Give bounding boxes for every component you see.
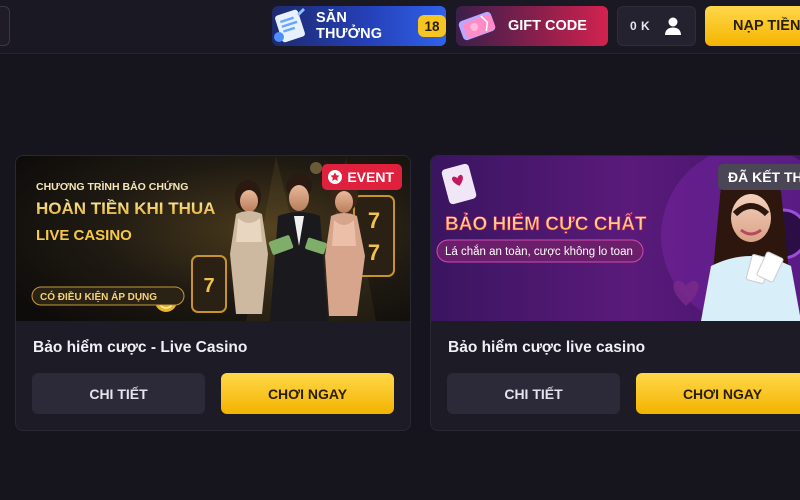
promo-card-bet-insurance: BẢO HIỂM CỰC CHẤT Lá chắn an toàn, cược …	[430, 155, 800, 431]
balance-value: 0 K	[630, 19, 651, 33]
star-icon	[328, 170, 343, 184]
banner-headline: BẢO HIỂM CỰC CHẤT	[445, 213, 647, 235]
banner-line-3: LIVE CASINO	[36, 227, 132, 244]
banner-line-2: HOÀN TIỀN KHI THUA	[36, 199, 215, 218]
svg-text:7: 7	[368, 208, 380, 233]
banner-subline: Lá chắn an toàn, cược không lo toan	[445, 245, 633, 258]
reward-hunt-label: SĂN THƯỞNG	[316, 10, 383, 42]
event-badge-label: EVENT	[347, 169, 394, 185]
play-now-button[interactable]: CHƠI NGAY	[636, 373, 800, 414]
deposit-label: NẠP TIỀN	[733, 18, 800, 34]
deposit-button[interactable]: NẠP TIỀN	[705, 6, 800, 46]
play-now-button[interactable]: CHƠI NGAY	[221, 373, 394, 414]
gift-code-label: GIFT CODE	[508, 18, 587, 34]
promo-banner[interactable]: BẢO HIỂM CỰC CHẤT Lá chắn an toàn, cược …	[431, 156, 800, 321]
account-balance[interactable]: 0 K	[617, 6, 696, 46]
svg-text:7: 7	[203, 275, 214, 297]
gift-code-button[interactable]: GIFT CODE	[456, 6, 608, 46]
menu-button[interactable]	[0, 6, 10, 46]
detail-button[interactable]: CHI TIẾT	[32, 373, 205, 414]
banner-condition-note: CÓ ĐIỀU KIỆN ÁP DỤNG	[40, 290, 157, 303]
reward-hunt-button[interactable]: SĂN THƯỞNG 18	[272, 6, 446, 46]
banner-line-1: CHƯƠNG TRÌNH BẢO CHỨNG	[36, 180, 188, 193]
reward-count-badge: 18	[418, 15, 446, 37]
scroll-icon	[274, 8, 305, 43]
promo-card-live-casino-insurance: 7 7 7 CHƯƠNG TRÌNH BẢO CHỨNG HOÀN TIỀN K…	[15, 155, 411, 431]
promo-card-title: Bảo hiểm cược live casino	[448, 339, 646, 356]
user-icon	[665, 17, 682, 35]
promo-banner[interactable]: 7 7 7 CHƯƠNG TRÌNH BẢO CHỨNG HOÀN TIỀN K…	[16, 156, 410, 321]
promo-card-title: Bảo hiểm cược - Live Casino	[33, 339, 248, 356]
event-badge: EVENT	[322, 164, 402, 190]
top-bar: SĂN THƯỞNG 18 GIFT CODE 0 K NẠP TIỀN	[0, 0, 800, 54]
svg-text:7: 7	[368, 240, 380, 265]
ended-badge: ĐÃ KẾT THÚC	[718, 164, 800, 190]
detail-button[interactable]: CHI TIẾT	[447, 373, 620, 414]
ticket-icon	[458, 11, 496, 41]
